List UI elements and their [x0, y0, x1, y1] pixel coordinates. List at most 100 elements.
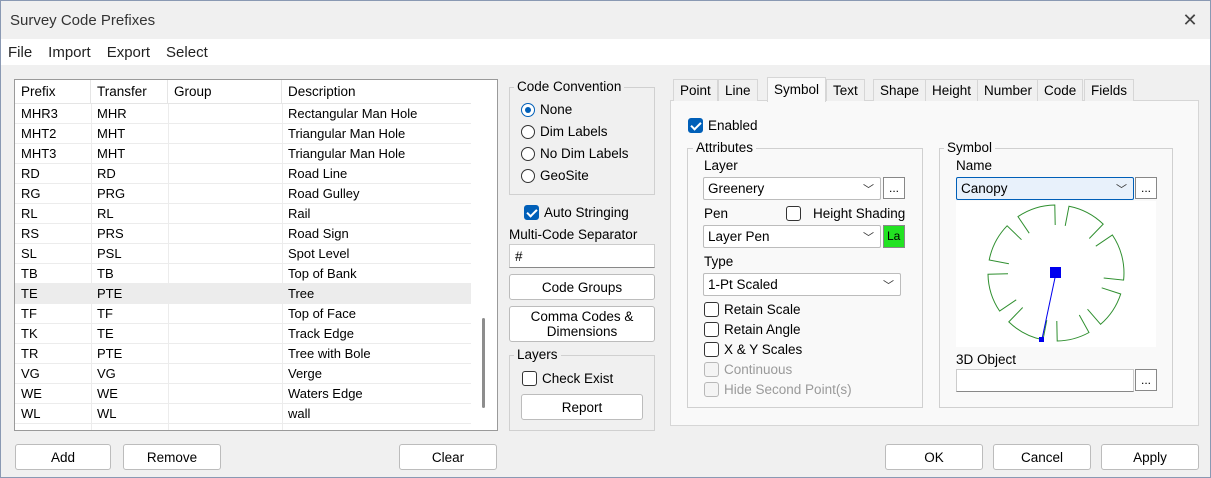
apply-button[interactable]: Apply: [1101, 444, 1199, 470]
prefix-cell: WL: [21, 406, 41, 421]
ok-button[interactable]: OK: [885, 444, 983, 470]
table-row[interactable]: VG VG Verge: [15, 364, 471, 384]
list-scrollbar[interactable]: [471, 80, 497, 430]
column-header-transfer[interactable]: Transfer: [91, 80, 168, 104]
3d-object-browse-button[interactable]: ...: [1135, 369, 1157, 391]
button-label: OK: [924, 449, 944, 465]
transfer-cell: RD: [97, 166, 116, 181]
radio-indicator: [521, 146, 535, 161]
retain-scale-checkbox[interactable]: Retain Scale: [704, 302, 801, 317]
table-row[interactable]: SL PSL Spot Level: [15, 244, 471, 264]
cancel-button[interactable]: Cancel: [993, 444, 1091, 470]
layer-browse-button[interactable]: ...: [883, 177, 905, 199]
tab-fields[interactable]: Fields: [1084, 79, 1135, 101]
pen-select[interactable]: Layer Pen ﹀: [703, 225, 881, 248]
table-row[interactable]: RS PRS Road Sign: [15, 224, 471, 244]
code-groups-button[interactable]: Code Groups: [509, 274, 655, 300]
symbol-name-select[interactable]: Canopy ﹀: [956, 177, 1134, 200]
pen-color-swatch[interactable]: La: [883, 225, 905, 248]
prefix-cell: TB: [21, 266, 38, 281]
menu-export[interactable]: Export: [100, 44, 159, 61]
scale-point-handle[interactable]: [1039, 337, 1044, 342]
radio-dim-labels[interactable]: Dim Labels: [521, 124, 608, 139]
tab-line[interactable]: Line: [718, 79, 758, 101]
close-icon[interactable]: ✕: [1180, 10, 1200, 30]
radio-none[interactable]: None: [521, 102, 572, 117]
description-cell: Road Line: [288, 166, 348, 181]
checkbox-label: Retain Angle: [724, 322, 801, 337]
prefix-cell: MHT2: [21, 126, 57, 141]
layer-label: Layer: [704, 158, 738, 173]
description-cell: Top of Bank: [288, 266, 357, 281]
column-header-group[interactable]: Group: [168, 80, 282, 104]
prefix-cell: RL: [21, 206, 38, 221]
chevron-down-icon: ﹀: [1116, 184, 1127, 196]
table-row[interactable]: TK TE Track Edge: [15, 324, 471, 344]
menu-select[interactable]: Select: [159, 44, 217, 61]
comma-codes-dimensions-button[interactable]: Comma Codes & Dimensions: [509, 306, 655, 342]
enabled-checkbox[interactable]: Enabled: [688, 118, 758, 133]
symbol-label: Symbol: [944, 140, 996, 155]
tab-code[interactable]: Code: [1037, 79, 1084, 101]
type-select[interactable]: 1-Pt Scaled ﹀: [703, 273, 901, 296]
table-row[interactable]: TE PTE Tree: [15, 284, 471, 304]
remove-button[interactable]: Remove: [123, 444, 221, 470]
table-row[interactable]: RL RL Rail: [15, 204, 471, 224]
table-row[interactable]: RD RD Road Line: [15, 164, 471, 184]
tab-number[interactable]: Number: [977, 79, 1040, 101]
report-button[interactable]: Report: [521, 394, 643, 420]
add-button[interactable]: Add: [15, 444, 111, 470]
chevron-down-icon: ﹀: [863, 184, 874, 196]
table-row[interactable]: TB TB Top of Bank: [15, 264, 471, 284]
column-header-prefix[interactable]: Prefix: [15, 80, 91, 104]
check-exist-checkbox[interactable]: Check Exist: [522, 371, 613, 386]
symbol-name-value: Canopy: [961, 181, 1008, 196]
prefix-cell: TK: [21, 326, 38, 341]
table-row[interactable]: WL WL wall: [15, 404, 471, 424]
menu-file[interactable]: File: [1, 44, 41, 61]
description-cell: Waters Edge: [288, 386, 363, 401]
multi-code-separator-input[interactable]: #: [509, 244, 655, 268]
table-row[interactable]: WE WE Waters Edge: [15, 384, 471, 404]
radio-no-dim-labels[interactable]: No Dim Labels: [521, 146, 629, 161]
prefix-cell: RD: [21, 166, 40, 181]
table-row[interactable]: TR PTE Tree with Bole: [15, 344, 471, 364]
retain-angle-checkbox[interactable]: Retain Angle: [704, 322, 801, 337]
button-label: Code Groups: [541, 279, 623, 295]
tab-symbol[interactable]: Symbol: [767, 77, 827, 102]
radio-label: GeoSite: [540, 168, 589, 183]
insertion-point-handle[interactable]: [1050, 267, 1061, 278]
xy-scales-checkbox[interactable]: X & Y Scales: [704, 342, 802, 357]
prefix-list[interactable]: Prefix Transfer Group Description MHR3 MH…: [14, 79, 498, 431]
menu-import[interactable]: Import: [41, 44, 100, 61]
button-label: Add: [50, 449, 76, 465]
tab-height[interactable]: Height: [925, 79, 979, 101]
description-cell: Rail: [288, 206, 311, 221]
table-row[interactable]: MHT3 MHT Triangular Man Hole: [15, 144, 471, 164]
tab-point[interactable]: Point: [673, 79, 718, 101]
radio-geosite[interactable]: GeoSite: [521, 168, 589, 183]
table-row[interactable]: MHR3 MHR Rectangular Man Hole: [15, 104, 471, 124]
scrollbar-thumb[interactable]: [482, 318, 485, 408]
tab-shape[interactable]: Shape: [873, 79, 927, 101]
scale-handle-line: [1041, 272, 1057, 340]
table-row[interactable]: MHT2 MHT Triangular Man Hole: [15, 124, 471, 144]
prefix-cell: TR: [21, 346, 39, 361]
table-row[interactable]: RG PRG Road Gulley: [15, 184, 471, 204]
checkbox-indicator: [786, 206, 801, 221]
checkbox-indicator: [704, 322, 719, 337]
radio-label: No Dim Labels: [540, 146, 629, 161]
clear-button[interactable]: Clear: [399, 444, 497, 470]
3d-object-input[interactable]: [956, 369, 1134, 392]
tab-text[interactable]: Text: [826, 79, 865, 101]
table-row[interactable]: TF TF Top of Face: [15, 304, 471, 324]
height-shading-checkbox[interactable]: Height Shading: [786, 206, 905, 221]
checkbox-label: Continuous: [724, 362, 793, 377]
symbol-browse-button[interactable]: ...: [1135, 177, 1157, 199]
button-label: Dimensions: [546, 324, 618, 339]
continuous-checkbox: Continuous: [704, 362, 792, 377]
auto-stringing-checkbox[interactable]: Auto Stringing: [524, 205, 629, 220]
layer-select[interactable]: Greenery ﹀: [703, 177, 881, 200]
prefix-cell: TE: [21, 286, 38, 301]
column-header-description[interactable]: Description: [282, 80, 471, 104]
